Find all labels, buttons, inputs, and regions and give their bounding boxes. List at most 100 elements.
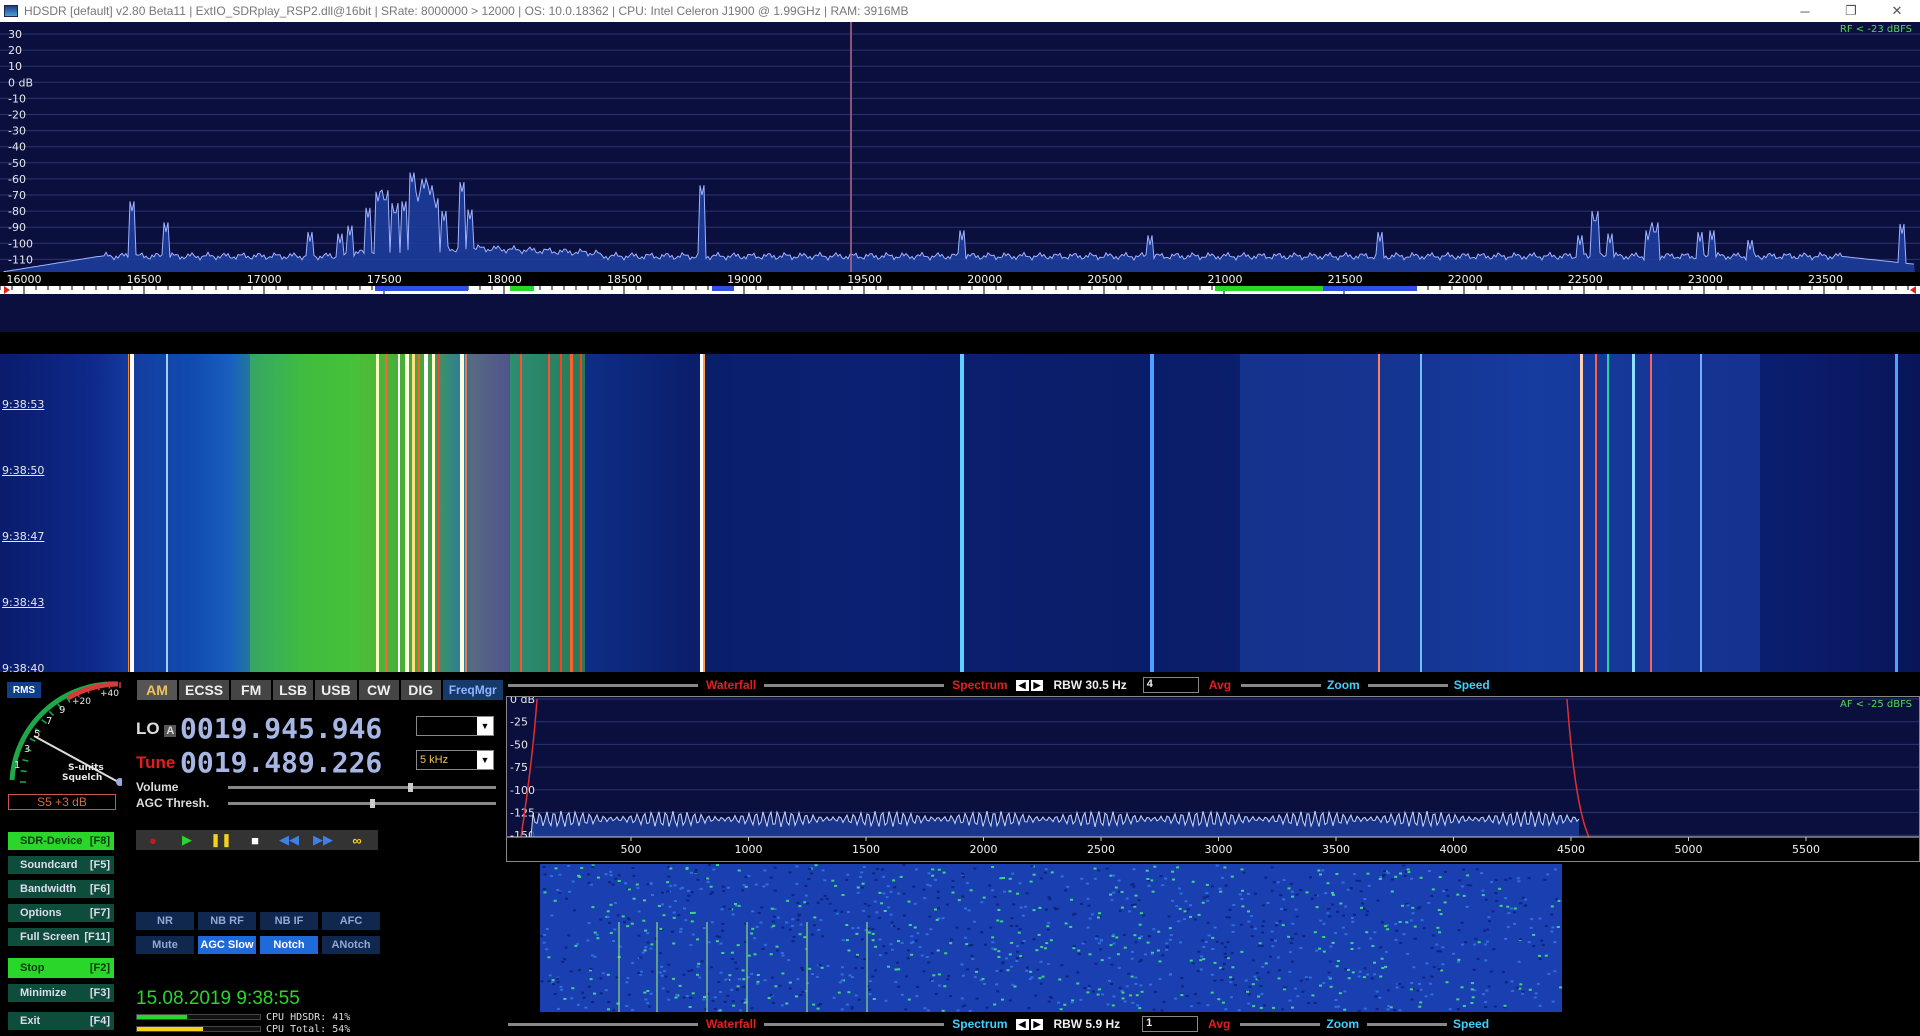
af-waterfall-pixel [1513,907,1517,910]
af-waterfall-pixel [1079,998,1083,1001]
full-screen-button[interactable]: Full Screen [F11] [8,928,114,946]
anotch-button[interactable]: ANotch [322,936,380,954]
nr-button[interactable]: NR [136,912,194,930]
restore-button[interactable]: ❐ [1828,0,1874,22]
af-waterfall-pixel [769,876,773,879]
af-waterfall-pixel [1485,989,1489,992]
af-waterfall-pixel [1178,887,1181,890]
stop-button[interactable]: Stop [F2] [8,958,114,978]
lo-frequency[interactable]: 0019.945.946 [180,712,382,745]
close-button[interactable]: ✕ [1874,0,1920,22]
af-waterfall-pixel [1179,892,1183,895]
arrow-right-icon[interactable]: ▶ [1030,1018,1044,1030]
af-waterfall-pixel [616,914,620,917]
agc-thresh-slider-thumb[interactable] [370,799,375,808]
zoom-slider[interactable] [1241,683,1322,687]
af-spectrum-display[interactable]: 0 dB -25 -50 -75 -100 -125 -150 AF < -25 dBFS 50… [506,693,1920,862]
af-waterfall-pixel [626,977,630,979]
af-waterfall-pixel [1544,954,1548,957]
mute-button[interactable]: Mute [136,936,194,954]
agc-thresh-slider[interactable] [228,799,496,808]
loop-button[interactable]: ∞ [340,830,374,850]
arrow-left-icon[interactable]: ◀ [1015,679,1029,691]
afc-button[interactable]: AFC [322,912,380,930]
rf-waterfall-display[interactable]: 9:38:53 9:38:50 9:38:47 9:38:43 9:38:40 [0,354,1920,672]
nb-if-button[interactable]: NB IF [260,912,318,930]
af-waterfall-pixel [1294,987,1297,990]
bandwidth-button[interactable]: Bandwidth [F6] [8,880,114,898]
spectrum-slider-2[interactable] [764,1022,945,1026]
speed-slider[interactable] [1367,683,1448,687]
options-button[interactable]: Options [F7] [8,904,114,922]
speed-slider-2[interactable] [1367,1022,1448,1026]
s-meter-tick [22,759,29,762]
spectrum-slider[interactable] [764,683,945,687]
s-meter-pivot [116,778,124,786]
stop-playback-button[interactable]: ■ [238,830,272,850]
waterfall-contrast-slider[interactable] [508,683,698,687]
af-waterfall-pixel [607,1001,611,1003]
exit-button[interactable]: Exit [F4] [8,1012,114,1030]
af-waterfall-pixel [775,949,779,952]
af-waterfall-pixel [637,971,640,974]
pause-button[interactable]: ❚❚ [204,830,238,850]
nb-rf-button[interactable]: NB RF [198,912,256,930]
mode-am-button[interactable]: AM [137,680,177,700]
notch-button[interactable]: Notch [260,936,318,954]
mode-cw-button[interactable]: CW [358,680,399,700]
volume-slider[interactable] [228,783,496,792]
af-waterfall-pixel [595,933,599,936]
play-button[interactable]: ▶ [170,830,204,850]
sdr-device-button[interactable]: SDR-Device [F8] [8,832,114,850]
af-waterfall-pixel [1114,886,1118,889]
mode-lsb-button[interactable]: LSB [273,680,314,700]
af-waterfall-pixel [797,913,801,916]
mode-fm-button[interactable]: FM [231,680,272,700]
af-waterfall-pixel [1112,995,1116,998]
rewind-button[interactable]: ◀◀ [272,830,306,850]
af-freq-label: 4000 [1440,843,1468,856]
tune-frequency[interactable]: 0019.489.226 [180,746,382,779]
minimize-button[interactable]: ─ [1782,0,1828,22]
af-waterfall-pixel [1517,960,1521,963]
af-waterfall-pixel [1109,874,1113,877]
mode-dig-button[interactable]: DIG [400,680,441,700]
af-waterfall-pixel [832,996,836,999]
zoom-slider-2[interactable] [1240,1022,1321,1026]
af-waterfall-pixel [1219,890,1223,893]
avg-dropdown-2[interactable]: 1 [1142,1016,1199,1032]
avg-dropdown[interactable]: 4 [1142,677,1199,693]
af-waterfall-pixel [1487,916,1491,919]
af-waterfall-pixel [730,951,734,954]
mode-ecss-button[interactable]: ECSS [179,680,230,700]
af-waterfall-display[interactable] [506,862,1920,1012]
af-waterfall-pixel [1375,990,1379,993]
minimize-app-button[interactable]: Minimize [F3] [8,984,114,1002]
af-waterfall-pixel [1399,872,1402,875]
rms-button[interactable]: RMS [7,682,41,698]
arrow-right-icon[interactable]: ▶ [1030,679,1044,691]
lo-dropdown[interactable]: ▼ [416,716,494,736]
agc-slow-button[interactable]: AGC Slow [198,936,256,954]
fast-forward-button[interactable]: ▶▶ [306,830,340,850]
rf-spectrum-display[interactable]: 30 20 10 0 dB -10 -20 -30 -40 -50 -60 -70 -80 -90 -10… [0,22,1920,332]
af-waterfall-pixel [1179,941,1183,944]
af-waterfall-pixel [1347,968,1350,971]
record-button[interactable]: ● [136,830,170,850]
af-freq-label: 5500 [1792,843,1820,856]
af-waterfall-pixel [1197,913,1201,916]
af-waterfall-pixel [910,942,913,945]
soundcard-button[interactable]: Soundcard [F5] [8,856,114,874]
af-waterfall-pixel [907,949,910,952]
mode-usb-button[interactable]: USB [315,680,357,700]
af-waterfall-pixel [694,871,698,874]
af-waterfall-pixel [1362,976,1366,979]
freq-manager-button[interactable]: FreqMgr [442,680,503,700]
af-waterfall-pixel [1154,990,1158,993]
volume-slider-thumb[interactable] [408,783,413,792]
waterfall-contrast-slider-2[interactable] [508,1022,698,1026]
tune-step-dropdown[interactable]: 5 kHz ▼ [416,750,494,770]
af-waterfall-pixel [874,878,878,881]
af-waterfall-pixel [936,890,940,893]
arrow-left-icon[interactable]: ◀ [1015,1018,1029,1030]
